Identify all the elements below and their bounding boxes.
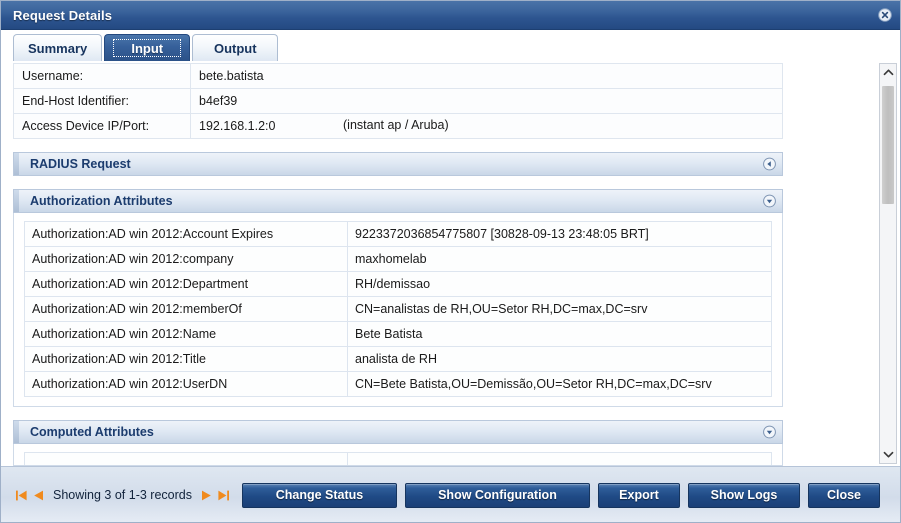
dialog-footer: Showing 3 of 1-3 records Change Status S… [1, 466, 900, 522]
chevron-down-circle-icon[interactable] [763, 425, 776, 439]
tab-input-label: Input [131, 40, 164, 56]
attribute-value: Bete Batista [347, 321, 772, 347]
request-info-table: Username: bete.batista End-Host Identifi… [13, 63, 783, 139]
table-row: Authorization:AD win 2012:UserDN CN=Bete… [24, 371, 772, 397]
vertical-scrollbar[interactable] [879, 63, 897, 464]
attribute-key: Authorization:AD win 2012:Name [24, 321, 348, 347]
info-value: 192.168.1.2:0 (instant ap / Aruba) [190, 113, 783, 139]
attribute-value: CN=Bete Batista,OU=Demissão,OU=Setor RH,… [347, 371, 772, 397]
change-status-button[interactable]: Change Status [241, 482, 397, 508]
table-row: Authorization:AD win 2012:Account Expire… [24, 221, 772, 247]
tab-input[interactable]: Input [104, 34, 191, 61]
table-row [24, 452, 772, 465]
section-authorization-attributes: Authorization Attributes Authorization:A… [13, 189, 783, 407]
chevron-down-icon[interactable] [880, 446, 896, 463]
tab-bar: Summary Input Output [1, 30, 900, 61]
section-title: Authorization Attributes [30, 194, 173, 208]
section-header[interactable]: Computed Attributes [13, 420, 783, 444]
computed-attributes-table [24, 452, 772, 465]
tab-summary-label: Summary [28, 40, 88, 56]
table-row: Authorization:AD win 2012:Name Bete Bati… [24, 321, 772, 347]
attribute-key: Authorization:AD win 2012:Title [24, 346, 348, 372]
attribute-key: Authorization:AD win 2012:company [24, 246, 348, 272]
export-button[interactable]: Export [597, 482, 680, 508]
close-icon[interactable] [878, 8, 892, 22]
section-title: RADIUS Request [30, 157, 131, 171]
info-value-text: b4ef39 [199, 94, 238, 108]
tab-output[interactable]: Output [192, 34, 279, 61]
record-count-label: Showing 3 of 1-3 records [53, 488, 192, 502]
table-row: Authorization:AD win 2012:Department RH/… [24, 271, 772, 297]
authorization-attributes-table: Authorization:AD win 2012:Account Expire… [24, 221, 772, 397]
show-logs-button[interactable]: Show Logs [687, 482, 800, 508]
show-configuration-button[interactable]: Show Configuration [404, 482, 590, 508]
info-value-text: bete.batista [199, 69, 264, 83]
chevron-down-circle-icon[interactable] [763, 194, 776, 208]
table-row: Authorization:AD win 2012:memberOf CN=an… [24, 296, 772, 322]
section-header[interactable]: Authorization Attributes [13, 189, 783, 213]
next-page-icon[interactable] [200, 489, 213, 502]
attribute-value: maxhomelab [347, 246, 772, 272]
info-value: bete.batista [190, 63, 783, 89]
chevron-up-icon[interactable] [880, 64, 896, 81]
chevron-left-circle-icon[interactable] [763, 157, 776, 171]
attribute-value [347, 452, 772, 465]
table-row: Username: bete.batista [13, 63, 783, 89]
info-value-text: 192.168.1.2:0 [199, 119, 276, 133]
prev-page-icon[interactable] [32, 489, 45, 502]
attribute-value: analista de RH [347, 346, 772, 372]
scroll-content: Username: bete.batista End-Host Identifi… [1, 61, 877, 466]
tab-output-label: Output [213, 40, 257, 56]
attribute-key [24, 452, 348, 465]
section-body [13, 444, 783, 466]
attribute-key: Authorization:AD win 2012:UserDN [24, 371, 348, 397]
attribute-key: Authorization:AD win 2012:Account Expire… [24, 221, 348, 247]
attribute-key: Authorization:AD win 2012:Department [24, 271, 348, 297]
table-row: Authorization:AD win 2012:company maxhom… [24, 246, 772, 272]
table-row: End-Host Identifier: b4ef39 [13, 88, 783, 114]
attribute-value: 9223372036854775807 [30828-09-13 23:48:0… [347, 221, 772, 247]
dialog-title: Request Details [13, 7, 113, 23]
section-computed-attributes: Computed Attributes [13, 420, 783, 466]
first-page-icon[interactable] [15, 489, 28, 502]
table-row: Access Device IP/Port: 192.168.1.2:0 (in… [13, 113, 783, 139]
dialog-body: Username: bete.batista End-Host Identifi… [1, 61, 900, 466]
section-title: Computed Attributes [30, 425, 154, 439]
section-body: Authorization:AD win 2012:Account Expire… [13, 213, 783, 407]
section-header[interactable]: RADIUS Request [13, 152, 783, 176]
tab-summary[interactable]: Summary [13, 34, 103, 61]
close-button[interactable]: Close [807, 482, 880, 508]
section-radius-request: RADIUS Request [13, 152, 783, 176]
info-label: Access Device IP/Port: [13, 113, 191, 139]
attribute-value: RH/demissao [347, 271, 772, 297]
attribute-key: Authorization:AD win 2012:memberOf [24, 296, 348, 322]
info-label: End-Host Identifier: [13, 88, 191, 114]
last-page-icon[interactable] [217, 489, 230, 502]
dialog-titlebar: Request Details [1, 1, 900, 30]
request-details-dialog: Request Details Summary Input Output Use… [0, 0, 901, 523]
info-label: Username: [13, 63, 191, 89]
pagination-controls: Showing 3 of 1-3 records [15, 488, 230, 502]
info-value: b4ef39 [190, 88, 783, 114]
info-value-annotation: (instant ap / Aruba) [343, 118, 449, 132]
attribute-value: CN=analistas de RH,OU=Setor RH,DC=max,DC… [347, 296, 772, 322]
scrollbar-thumb[interactable] [882, 86, 894, 204]
table-row: Authorization:AD win 2012:Title analista… [24, 346, 772, 372]
